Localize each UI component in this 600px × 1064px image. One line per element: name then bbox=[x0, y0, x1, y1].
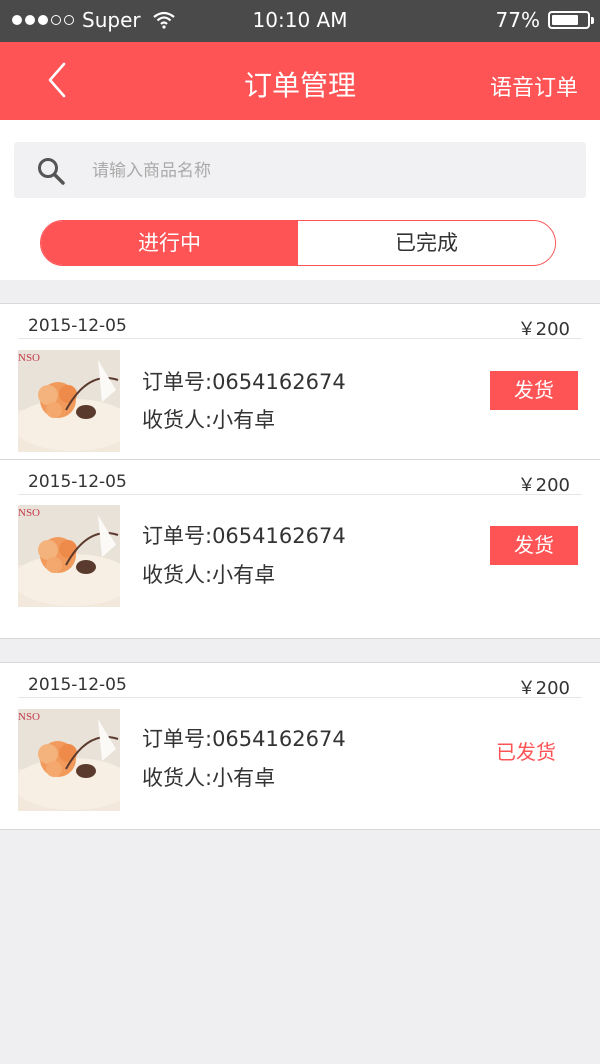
svg-text:NSO: NSO bbox=[18, 507, 40, 519]
order-card[interactable]: 2015-12-05 ￥200 NSO 订单号:0654162674 收货人:小… bbox=[0, 662, 600, 830]
order-number: 订单号:0654162674 bbox=[142, 370, 346, 394]
voice-order-button[interactable]: 语音订单 bbox=[490, 70, 578, 102]
order-header: 2015-12-05 ￥200 bbox=[18, 663, 582, 699]
order-date: 2015-12-05 bbox=[28, 472, 127, 492]
search-icon bbox=[38, 158, 65, 185]
receiver-name: 收货人:小有卓 bbox=[142, 408, 276, 432]
order-header: 2015-12-05 ￥200 bbox=[18, 460, 582, 496]
order-price: ￥200 bbox=[517, 475, 570, 496]
status-bar: Super 10:10 AM 77% bbox=[0, 0, 600, 42]
tab-in-progress[interactable]: 进行中 bbox=[41, 221, 298, 265]
product-image: NSO bbox=[18, 350, 120, 452]
order-card[interactable]: 2015-12-05 ￥200 NSO 订单号:0654162674 收货人:小… bbox=[0, 459, 600, 639]
receiver-name: 收货人:小有卓 bbox=[142, 766, 276, 790]
search-input[interactable] bbox=[90, 152, 574, 190]
product-image: NSO bbox=[18, 505, 120, 607]
order-number: 订单号:0654162674 bbox=[142, 524, 346, 548]
ship-button[interactable]: 发货 bbox=[490, 371, 578, 410]
battery-icon bbox=[548, 11, 594, 29]
order-status-tabs: 进行中 已完成 bbox=[40, 220, 556, 266]
order-header: 2015-12-05 ￥200 bbox=[18, 304, 582, 340]
shipped-status: 已发货 bbox=[496, 740, 556, 764]
order-date: 2015-12-05 bbox=[28, 316, 127, 336]
order-card[interactable]: 2015-12-05 ￥200 NSO 订单号:0654162674 收货人:小… bbox=[0, 303, 600, 461]
svg-text:NSO: NSO bbox=[18, 352, 40, 364]
battery-percent: 77% bbox=[495, 8, 540, 32]
order-price: ￥200 bbox=[517, 678, 570, 699]
product-image: NSO bbox=[18, 709, 120, 811]
order-number: 订单号:0654162674 bbox=[142, 727, 346, 751]
svg-text:NSO: NSO bbox=[18, 711, 40, 723]
tab-completed[interactable]: 已完成 bbox=[298, 221, 555, 265]
battery-status: 77% bbox=[495, 8, 594, 32]
order-price: ￥200 bbox=[517, 319, 570, 340]
order-date: 2015-12-05 bbox=[28, 675, 127, 695]
search-bar[interactable] bbox=[14, 142, 586, 198]
nav-bar: 订单管理 语音订单 bbox=[0, 42, 600, 120]
receiver-name: 收货人:小有卓 bbox=[142, 563, 276, 587]
search-section: 进行中 已完成 bbox=[0, 120, 600, 280]
ship-button[interactable]: 发货 bbox=[490, 526, 578, 565]
